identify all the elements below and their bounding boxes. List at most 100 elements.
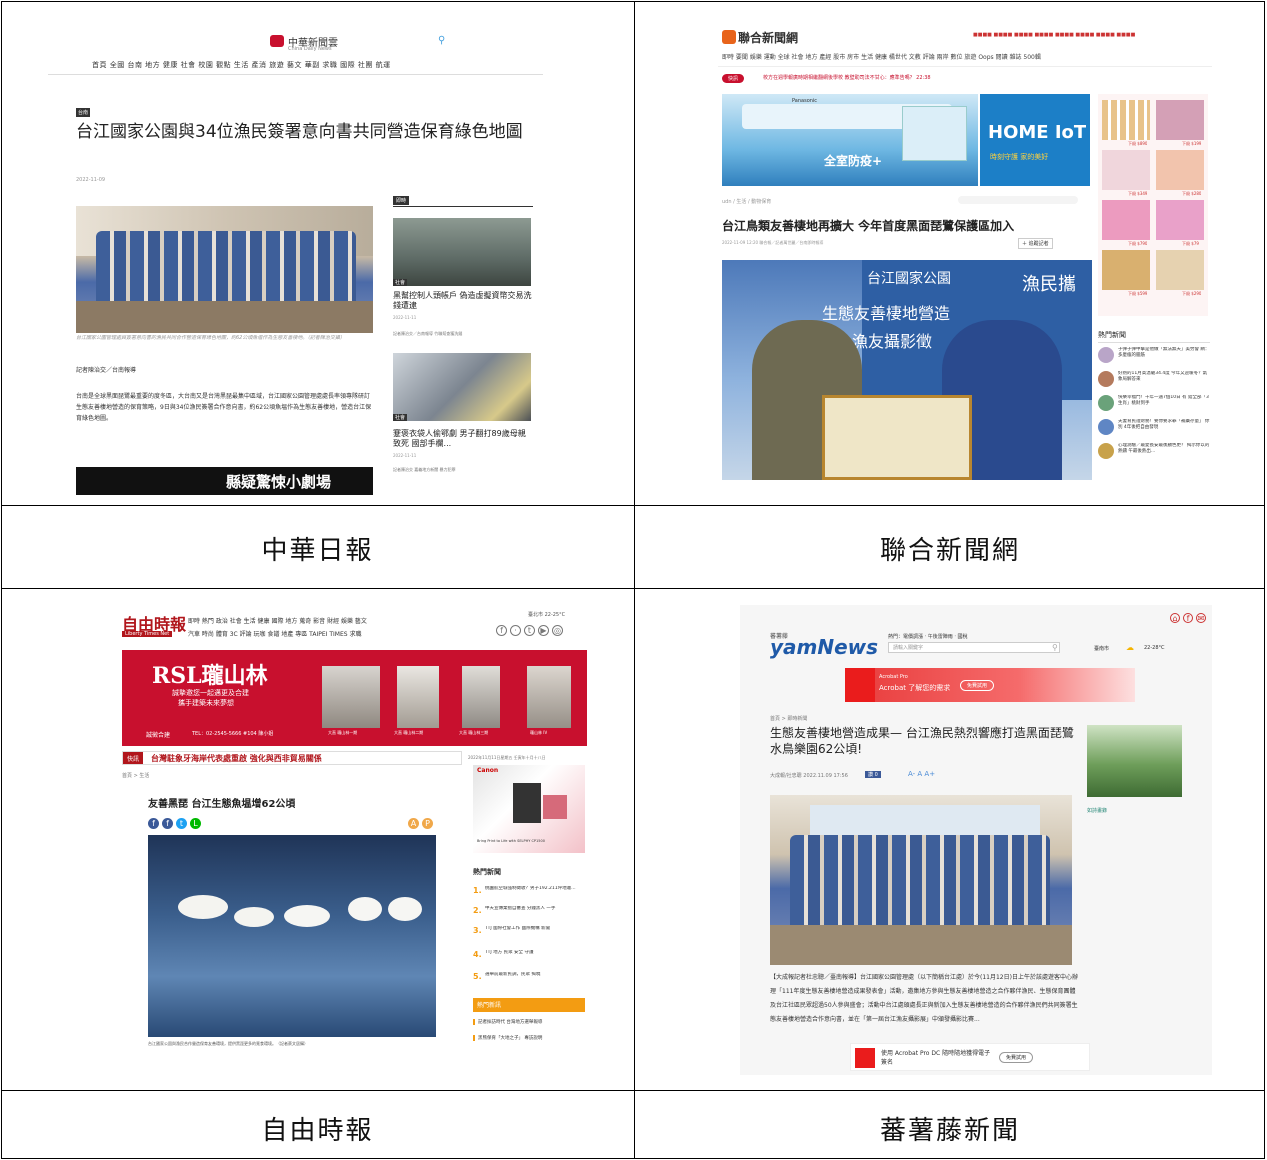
ad-label: 瓏山林 IV bbox=[530, 730, 548, 735]
temperature: 22-28°C bbox=[1144, 645, 1165, 651]
banner-text: 縣疑驚悚小劇場 bbox=[226, 473, 332, 491]
hot-news-item[interactable]: 好熱的11月高溫破34.4度 今年又迎暖冬？氣象局解答來 bbox=[1118, 371, 1210, 389]
home-icon[interactable]: ⌂ bbox=[1170, 613, 1180, 623]
breadcrumb[interactable]: udn / 生活 / 動物保育 bbox=[722, 198, 771, 205]
search-icon[interactable]: ⚲ bbox=[1052, 643, 1058, 652]
print-icon[interactable]: P bbox=[422, 818, 433, 829]
hot-news-item[interactable]: 選舉前最新民調，民眾 揭曉 bbox=[485, 972, 583, 984]
ad-banner-right[interactable]: HOME IoT 時刻守護 家的美好 bbox=[980, 94, 1090, 186]
photo-banner-text: 生態友善棲地營造 bbox=[822, 304, 951, 323]
sidebar-tag-2: 社會 bbox=[393, 414, 408, 421]
price-tag: 下殺 $790 bbox=[1128, 241, 1148, 246]
udn-logo-icon bbox=[722, 30, 736, 44]
article-meta: 2022-11-09 12:20 聯合報／記者萬世麗／台南即時報導 bbox=[722, 240, 824, 245]
hot-news-item[interactable]: 夫妻育民證財務！要你要求罪「補藥存量」 你別 4年後把自由發現 bbox=[1118, 419, 1210, 437]
column-divider bbox=[634, 1, 635, 1159]
price-tag: 下殺 $599 bbox=[1128, 291, 1148, 296]
date-line: 2022年11月11日星期五 壬寅年十月十八日 bbox=[468, 755, 546, 760]
sidebar-byline-2: 記者陳治交 嘉義地方新聞 暴力犯罪 bbox=[393, 467, 456, 472]
article-headline: 台江鳥類友善棲地再擴大 今年首度黑面琵鷺保護區加入 bbox=[722, 219, 1015, 233]
bottom-ad-button[interactable]: 免費試用 bbox=[999, 1052, 1034, 1063]
search-input[interactable]: 請輸入關鍵字 bbox=[888, 642, 1060, 653]
search-placeholder: 請輸入關鍵字 bbox=[893, 645, 924, 651]
ad-title: RSL瓏山林 bbox=[152, 663, 268, 689]
hot-news-item[interactable]: 中天宣傳業擅自審查 分鐘黑人 一手 bbox=[485, 906, 583, 918]
video-banner[interactable]: 縣疑驚悚小劇場 bbox=[76, 467, 373, 495]
price-tag: 下殺 $890 bbox=[1128, 141, 1148, 146]
ad-banner[interactable]: RSL瓏山林 誠摯邀您一起邁更及合建 攜手建築未來夢想 誠徵合建 TEL：02-… bbox=[122, 650, 587, 746]
site-logo[interactable]: yamNews bbox=[770, 635, 878, 659]
article-date: 2022-11-09 bbox=[76, 177, 106, 183]
main-nav-row2[interactable]: 汽車 時尚 體育 3C 評論 玩咖 食譜 地產 專區 TAIPEI TIMES … bbox=[188, 629, 488, 638]
news-item[interactable]: 記者採訪時代 台灣地方選舉報導 bbox=[473, 1019, 585, 1025]
share-buttons[interactable]: f f t L bbox=[148, 818, 218, 830]
article-headline: 台江國家公園與34位漁民簽署意向書共同營造保育綠色地圖 bbox=[76, 122, 523, 142]
rank-number: 2. bbox=[473, 906, 482, 915]
sidebar-photo-2[interactable] bbox=[393, 353, 531, 421]
city-select[interactable]: 臺南市 bbox=[1094, 645, 1109, 652]
hot-topics[interactable]: 熱門：電價調漲 ‧ 午後雷陣雨 ‧ 國稅 bbox=[888, 633, 968, 640]
news-section-header[interactable]: 熱門新訊 bbox=[473, 998, 585, 1012]
price-tag: 下殺 $79 bbox=[1182, 241, 1199, 246]
like-button[interactable]: 讚 0 bbox=[865, 771, 881, 778]
font-size-control[interactable]: A- A A+ bbox=[908, 770, 935, 778]
mail-icon[interactable]: ✉ bbox=[1196, 613, 1206, 623]
side-photo[interactable] bbox=[1087, 725, 1182, 797]
facebook-icon[interactable]: f bbox=[1183, 613, 1193, 623]
hot-news-item[interactable]: 心理測驗／最愛長安最後顧色更？ 揭示你以的熱鑄 午最後熱出... bbox=[1118, 443, 1210, 461]
side-label[interactable]: 如詩畫錄 bbox=[1087, 807, 1107, 814]
caption-ltn: 自由時報 bbox=[261, 1116, 374, 1146]
breaking-news[interactable]: 校方在週學報廣時期相繼翻網後學校 教壁助司法不甘心：應準告嗎？ 22:38 bbox=[763, 74, 1063, 81]
breadcrumb[interactable]: 首頁 > 生活 bbox=[122, 772, 149, 779]
main-nav[interactable]: 即時 要聞 娛樂 運動 全球 社會 地方 產經 股市 房市 生活 健康 橘世代 … bbox=[722, 52, 1210, 61]
hot-news-item[interactable]: 快樂幸福門！千年一遇7個10日 有 錯全部「3生肖」桃財到手 bbox=[1118, 395, 1210, 413]
follow-button[interactable]: ＋ 追蹤記者 bbox=[1018, 238, 1053, 249]
search-icon[interactable]: ⚲ bbox=[438, 35, 445, 46]
ad-label: 大直 瓏山林一期 bbox=[328, 730, 358, 735]
row-divider bbox=[1, 588, 1265, 589]
category-tag[interactable]: 台南 bbox=[76, 108, 91, 117]
hot-news-item[interactable]: 桃園航空城強制徵收？男子192.211坪地遭… bbox=[485, 886, 583, 898]
screenshot-udn: 聯合新聞網 ■■■■ ■■■■ ■■■■ ■■■■ ■■■■ ■■■■ ■■■■… bbox=[718, 24, 1212, 480]
site-logo[interactable]: 聯合新聞網 bbox=[738, 29, 798, 46]
article-photo bbox=[770, 795, 1072, 965]
acrobat-ad[interactable]: Acrobat Pro Acrobat 了解您的需求 免費試用 bbox=[845, 668, 1135, 702]
audio-player[interactable] bbox=[958, 196, 1078, 204]
sidebar-headline-2[interactable]: 蹇褒衣袋人偷鄂劇 男子翻打89歲母親致死 國部手欄... bbox=[393, 429, 533, 449]
sidebar-date-2: 2022-11-11 bbox=[393, 453, 417, 458]
photo-caption: 台江國家公園管理處與簽署意向書的漁民共同合作營造保育綠色地圖，約62公頃魚塭作為… bbox=[76, 335, 345, 341]
ad-subtitle-2: 攜手建築未來夢想 bbox=[178, 699, 234, 707]
side-ad-products[interactable]: 下殺 $890 下殺 $199 下殺 $349 下殺 $280 下殺 $790 … bbox=[1098, 94, 1208, 316]
canon-logo: Canon bbox=[477, 767, 499, 774]
ad-button[interactable]: 免費試用 bbox=[960, 680, 995, 691]
bottom-ad[interactable]: 使用 Acrobat Pro DC 隨時隨地獲得電子簽名 免費試用 bbox=[850, 1043, 1090, 1071]
ad-right-title: HOME IoT bbox=[988, 122, 1087, 143]
main-nav-row1[interactable]: 即時 熱門 政治 社會 生活 健康 國際 地方 蒐奇 影音 財經 娛樂 藝文 bbox=[188, 616, 488, 625]
byline: 記者陳治交／台南報導 bbox=[76, 367, 137, 374]
sidebar-rule bbox=[393, 206, 533, 207]
hot-news-item[interactable]: TTJ 地方 民眾 安全 守護 bbox=[485, 950, 583, 962]
side-ad-canon[interactable]: Canon Bring Print to Life with SELPHY CP… bbox=[473, 765, 585, 853]
ad-banner-left[interactable]: Panasonic 全室防疫+ bbox=[722, 94, 978, 186]
social-icons[interactable]: f · t ▶ ◎ bbox=[496, 625, 576, 637]
nav-divider bbox=[48, 74, 543, 75]
main-nav[interactable]: 首頁 全國 台南 地方 健康 社會 校園 觀點 生活 產消 旅遊 藝文 華副 求… bbox=[92, 60, 522, 70]
hot-news-item[interactable]: 子彈子彈中撃是他做「無法無天」美勞會 網：多麼瘋的腦筋 bbox=[1118, 347, 1210, 365]
breadcrumb[interactable]: 首頁 > 即時新聞 bbox=[770, 715, 807, 722]
screenshot-ltn: 自由時報 Liberty Times Net 即時 熱門 政治 社會 生活 健康… bbox=[108, 605, 590, 1055]
breaking-bar[interactable]: 快訊 台灣駐象牙海岸代表處重啟 強化與西非貿易關係 bbox=[122, 751, 462, 765]
font-size-icon[interactable]: A bbox=[408, 818, 419, 829]
canon-ad-text: Bring Print to Life with SELPHY CP1500 bbox=[477, 839, 545, 843]
weather: 臺北市 22-25°C bbox=[528, 612, 566, 618]
hot-thumb bbox=[1098, 347, 1114, 363]
article-headline: 生態友善棲地營造成果— 台江漁民熱烈響應打造黑面琵鷺水鳥樂園62公頃! bbox=[770, 726, 1074, 756]
top-links[interactable]: ■■■■ ■■■■ ■■■■ ■■■■ ■■■■ ■■■■ ■■■■ ■■■■ bbox=[973, 32, 1135, 38]
ad-right-sub: 時刻守護 家的美好 bbox=[990, 153, 1049, 161]
sidebar-photo-1[interactable] bbox=[393, 218, 531, 286]
news-item[interactable]: 黑熊保育「大地之子」 專訪說明 bbox=[473, 1035, 585, 1041]
sidebar-headline-1[interactable]: 黑幫控制人頭帳戶 偽造虛擬資幣交易洗錢遭逮 bbox=[393, 291, 533, 311]
byline: 大成報/社忠聰 2022.11.09 17:56 bbox=[770, 773, 848, 779]
hot-news-item[interactable]: TTJ 國際社會工作 國際機構 新聞 bbox=[485, 926, 583, 938]
hot-thumb bbox=[1098, 443, 1114, 459]
breaking-news[interactable]: 台灣駐象牙海岸代表處重啟 強化與西非貿易關係 bbox=[151, 753, 322, 764]
